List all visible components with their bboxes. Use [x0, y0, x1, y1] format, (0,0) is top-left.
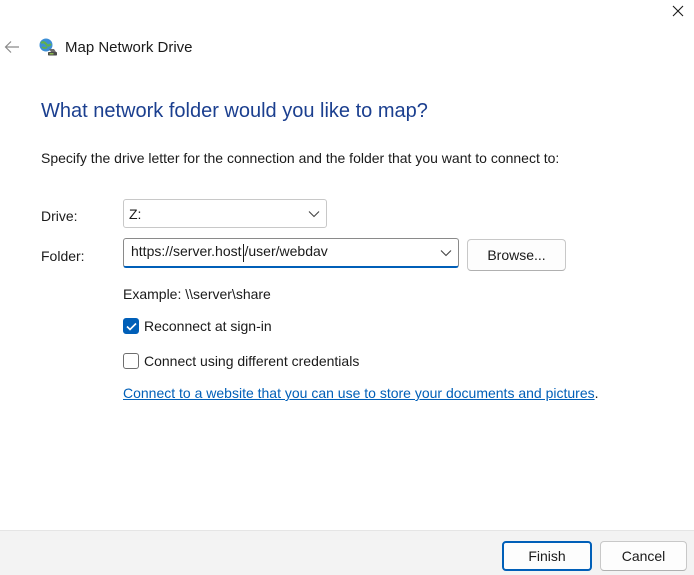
browse-button[interactable]: Browse... — [467, 239, 566, 271]
text-caret — [242, 243, 244, 262]
website-link[interactable]: Connect to a website that you can use to… — [123, 385, 595, 401]
back-button[interactable] — [2, 37, 22, 57]
cancel-button[interactable]: Cancel — [600, 541, 687, 571]
reconnect-checkbox[interactable] — [123, 318, 139, 334]
reconnect-label: Reconnect at sign-in — [144, 318, 272, 334]
finish-button[interactable]: Finish — [502, 541, 592, 571]
folder-value-start: https://server.host — [131, 243, 242, 260]
drive-value: Z: — [129, 205, 142, 222]
folder-value-end: /user/webdav — [244, 243, 328, 260]
reconnect-checkbox-row[interactable]: Reconnect at sign-in — [123, 317, 272, 335]
drive-select[interactable]: Z: — [123, 199, 327, 228]
window-title: Map Network Drive — [65, 38, 193, 56]
arrow-left-icon — [4, 41, 19, 53]
map-network-drive-dialog: Map Network Drive What network folder wo… — [0, 0, 694, 575]
credentials-label: Connect using different credentials — [144, 353, 360, 369]
link-period: . — [594, 385, 599, 401]
checkmark-icon — [125, 322, 137, 331]
folder-label: Folder: — [41, 248, 85, 264]
credentials-checkbox-row[interactable]: Connect using different credentials — [123, 352, 359, 370]
website-link-row: Connect to a website that you can use to… — [123, 385, 599, 401]
close-button[interactable] — [666, 0, 690, 22]
example-text: Example: \\server\share — [123, 286, 271, 302]
drive-label: Drive: — [41, 208, 78, 224]
page-heading: What network folder would you like to ma… — [41, 100, 428, 122]
title-bar: Map Network Drive — [38, 36, 193, 58]
chevron-down-icon — [440, 249, 452, 257]
chevron-down-icon — [308, 210, 320, 218]
folder-input-text: https://server.host/user/webdav — [131, 243, 328, 262]
folder-combobox[interactable]: https://server.host/user/webdav — [123, 238, 459, 268]
network-drive-icon — [39, 38, 57, 56]
close-icon — [672, 5, 684, 17]
credentials-checkbox[interactable] — [123, 353, 139, 369]
instruction-text: Specify the drive letter for the connect… — [41, 150, 560, 166]
